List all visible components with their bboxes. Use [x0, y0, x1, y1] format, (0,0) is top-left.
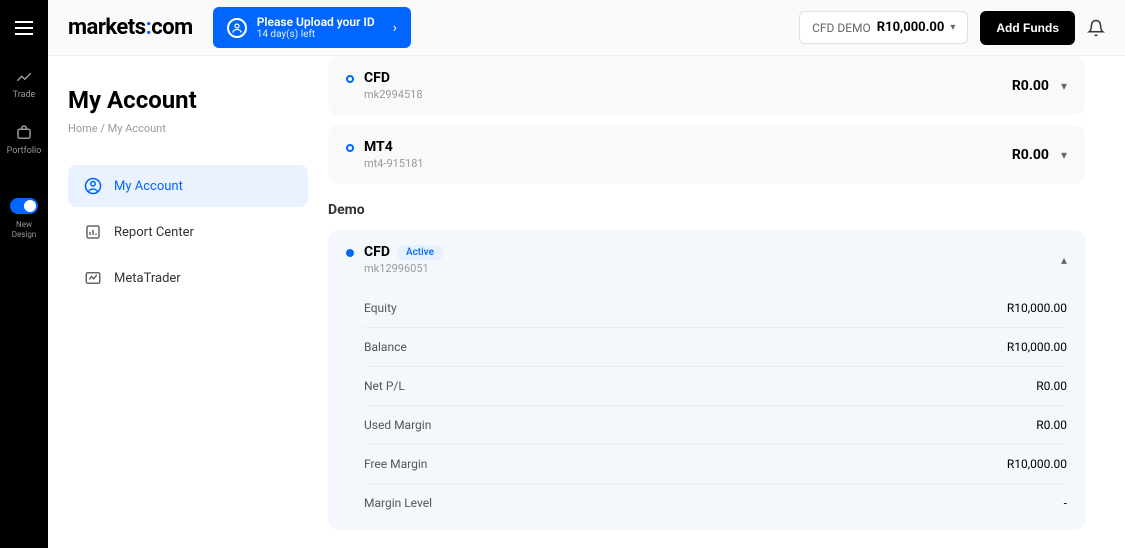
account-card-demo-expanded: CFD Active mk12996051 ▴ Equity R10,000.0…	[328, 230, 1085, 530]
sidebar-item-trade[interactable]: Trade	[0, 56, 48, 112]
account-selector[interactable]: CFD DEMO R10,000.00 ▾	[799, 11, 968, 44]
nav-item-metatrader[interactable]: MetaTrader	[68, 257, 308, 299]
nav-label: MetaTrader	[114, 271, 181, 286]
footer-disclaimer: Safecap Investments Limited, CySEC regul…	[328, 530, 1085, 548]
account-card-cfd[interactable]: CFD mk2994518 R0.00 ▾	[328, 56, 1085, 115]
page-content: CFD mk2994518 R0.00 ▾ MT4 mt4-915181 R0.…	[328, 56, 1125, 548]
page-title: My Account	[68, 86, 308, 114]
account-type: CFD Active	[364, 244, 442, 260]
account-amount: R0.00	[1012, 147, 1049, 163]
detail-row-free-margin: Free Margin R10,000.00	[364, 444, 1067, 483]
page-sidebar: My Account Home / My Account My Account …	[48, 56, 328, 548]
detail-value: -	[1064, 496, 1067, 510]
account-selector-label: CFD DEMO	[812, 21, 871, 35]
breadcrumb: Home / My Account	[68, 122, 308, 135]
detail-row-balance: Balance R10,000.00	[364, 327, 1067, 366]
chevron-right-icon: ›	[393, 20, 397, 36]
upload-title: Please Upload your ID	[257, 15, 375, 29]
nav-label: Report Center	[114, 225, 194, 240]
chevron-down-icon: ▾	[1061, 148, 1067, 162]
status-dot	[346, 144, 354, 152]
nav-menu: My Account Report Center MetaTrader	[68, 165, 308, 299]
status-dot	[346, 75, 354, 83]
chevron-down-icon: ▾	[950, 22, 955, 33]
sidebar-label-trade: Trade	[13, 90, 36, 100]
logo-text: markets	[68, 15, 146, 40]
detail-row-equity: Equity R10,000.00	[364, 289, 1067, 327]
account-id: mk12996051	[364, 262, 442, 275]
active-badge: Active	[398, 245, 442, 260]
chevron-up-icon: ▴	[1061, 253, 1067, 267]
account-type: MT4	[364, 139, 424, 155]
account-id: mt4-915181	[364, 157, 424, 170]
upload-id-banner[interactable]: Please Upload your ID 14 day(s) left ›	[213, 7, 411, 48]
logo-suffix: com	[151, 15, 192, 40]
upload-subtitle: 14 day(s) left	[257, 29, 375, 40]
demo-card-header[interactable]: CFD Active mk12996051 ▴	[328, 230, 1085, 289]
account-type-text: CFD	[364, 244, 390, 260]
new-design-toggle-section: New Design	[10, 198, 38, 239]
sidebar-item-portfolio[interactable]: Portfolio	[0, 112, 48, 168]
detail-label: Used Margin	[364, 418, 431, 432]
metatrader-icon	[84, 269, 102, 287]
detail-label: Margin Level	[364, 496, 432, 510]
hamburger-menu[interactable]	[0, 0, 48, 56]
main-content: My Account Home / My Account My Account …	[48, 56, 1125, 548]
chevron-down-icon: ▾	[1061, 79, 1067, 93]
detail-value: R10,000.00	[1007, 457, 1067, 471]
nav-item-my-account[interactable]: My Account	[68, 165, 308, 207]
account-selector-balance: R10,000.00	[877, 20, 945, 35]
detail-label: Net P/L	[364, 379, 405, 393]
user-icon	[227, 18, 247, 38]
header: markets:com Please Upload your ID 14 day…	[48, 0, 1125, 56]
demo-section-title: Demo	[328, 202, 1085, 218]
detail-row-netpl: Net P/L R0.00	[364, 366, 1067, 405]
header-right: CFD DEMO R10,000.00 ▾ Add Funds	[799, 11, 1105, 45]
detail-label: Free Margin	[364, 457, 427, 471]
detail-row-margin-level: Margin Level -	[364, 483, 1067, 522]
account-id: mk2994518	[364, 88, 423, 101]
logo[interactable]: markets:com	[68, 15, 193, 40]
detail-row-used-margin: Used Margin R0.00	[364, 405, 1067, 444]
account-type: CFD	[364, 70, 423, 86]
detail-value: R10,000.00	[1007, 301, 1067, 315]
sidebar-label-portfolio: Portfolio	[7, 146, 42, 156]
detail-label: Equity	[364, 301, 397, 315]
account-amount: R0.00	[1012, 78, 1049, 94]
detail-value: R10,000.00	[1007, 340, 1067, 354]
nav-label: My Account	[114, 179, 183, 194]
detail-label: Balance	[364, 340, 407, 354]
report-icon	[84, 223, 102, 241]
trade-icon	[15, 68, 33, 86]
hamburger-icon	[15, 21, 33, 35]
account-details: Equity R10,000.00 Balance R10,000.00 Net…	[328, 289, 1085, 530]
toggle-knob	[24, 200, 36, 212]
sidebar: Trade Portfolio New Design	[0, 0, 48, 548]
account-card-mt4[interactable]: MT4 mt4-915181 R0.00 ▾	[328, 125, 1085, 184]
new-design-toggle[interactable]	[10, 198, 38, 214]
toggle-label: New Design	[12, 220, 36, 239]
add-funds-button[interactable]: Add Funds	[980, 11, 1075, 45]
status-dot-active	[346, 249, 354, 257]
detail-value: R0.00	[1036, 379, 1067, 393]
portfolio-icon	[15, 124, 33, 142]
upload-text: Please Upload your ID 14 day(s) left	[257, 15, 375, 40]
nav-item-report-center[interactable]: Report Center	[68, 211, 308, 253]
bell-icon[interactable]	[1087, 19, 1105, 37]
detail-value: R0.00	[1036, 418, 1067, 432]
user-circle-icon	[84, 177, 102, 195]
